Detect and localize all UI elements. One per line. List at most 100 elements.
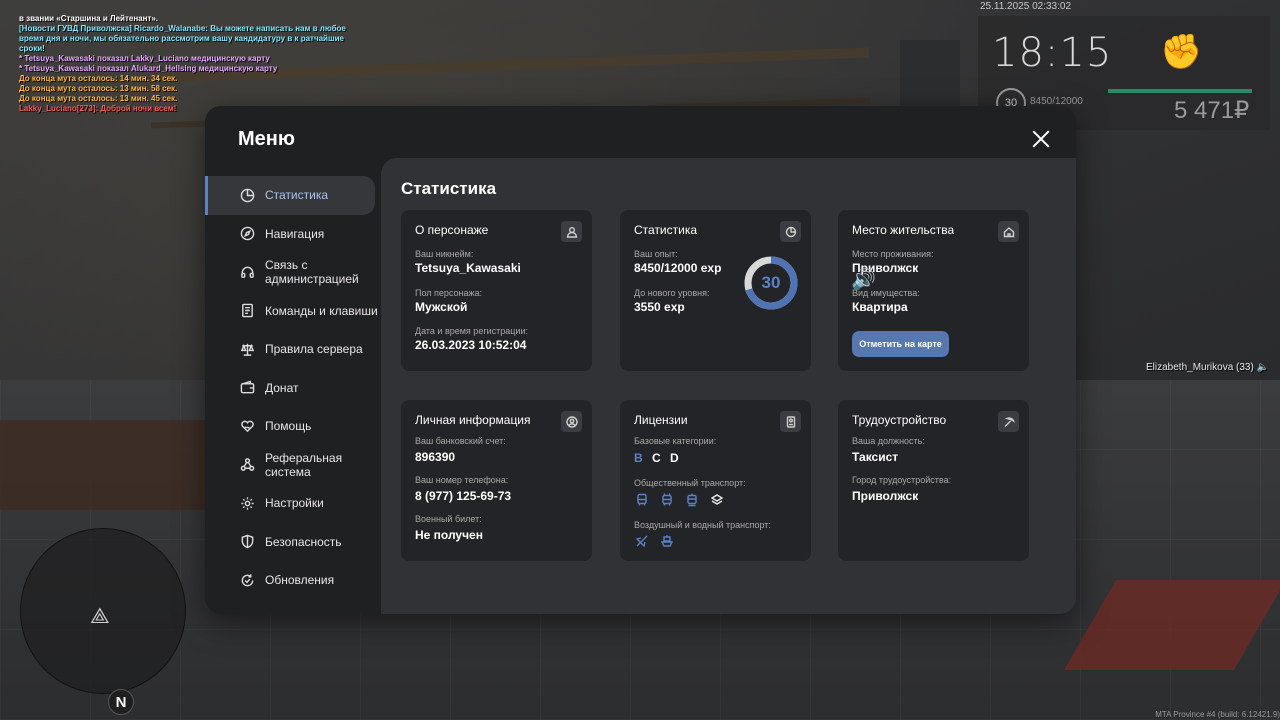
registration-value: 26.03.2023 10:52:04 [415,338,527,352]
chat-line: * Tetsuya_Kawasaki показал Alukard_Hells… [19,64,278,73]
position-label: Ваша должность: [852,436,925,446]
air-water-transport-label: Воздушный и водный транспорт: [634,520,771,530]
registration-label: Дата и время регистрации: [415,326,528,336]
fist-icon: ✊ [1160,33,1203,71]
nearby-player-nametag: Elizabeth_Murikova (33) 🔈 [1146,362,1269,373]
user-icon [561,221,582,242]
sidebar-item-help[interactable]: Помощь [205,407,380,446]
gender-value: Мужской [415,300,468,314]
sidebar-item-label: Настройки [265,496,324,511]
license-category-b: B [634,451,643,465]
chat-line: * Tetsuya_Kawasaki показал Lakky_Luciano… [19,54,270,63]
public-transport-icons [634,492,725,508]
license-categories: B C D [634,451,685,465]
card-personal-info: Личная информация Ваш банковский счет: 8… [401,400,592,561]
exp-value: 8450/12000 exp [634,261,722,275]
bank-account-value: 896390 [415,450,456,464]
military-id-label: Военный билет: [415,514,482,524]
compass-north: N [108,689,134,715]
hud-time: 18:15 [992,30,1113,76]
main-menu-window: Меню Статистика Навигация Связь с админи… [205,106,1076,614]
residence-label: Место проживания: [852,249,934,259]
sidebar-item-label: Реферальная система [265,450,343,479]
menu-title: Меню [238,128,295,150]
chat-line: До конца мута осталось: 13 мин. 45 сек. [19,94,178,103]
headset-icon [238,263,256,281]
speaker-icon: 🔈 [1256,362,1270,373]
page-title: Статистика [401,179,497,198]
card-title: Статистика [634,223,698,237]
build-info: MTA Province #4 (build: 6.12421.9) [1155,710,1280,719]
network-icon [238,456,256,474]
sidebar-item-navigation[interactable]: Навигация [205,215,380,254]
card-title: Лицензии [634,413,688,427]
refresh-icon [238,571,256,589]
property-type-value: Квартира [852,300,908,314]
bus-icon [634,492,650,508]
sidebar-item-label: Навигация [265,226,325,241]
public-transport-label: Общественный транспорт: [634,478,746,488]
sidebar-item-referral[interactable]: Реферальная система [205,446,380,485]
license-category-c: C [652,451,661,465]
card-title: Место жительства [852,223,955,237]
military-id-value: Не получен [415,528,483,542]
boat-icon [659,533,675,549]
sidebar-item-security[interactable]: Безопасность [205,523,380,562]
air-water-transport-icons [634,533,675,549]
sidebar-item-label: Безопасность [265,534,342,549]
position-value: Таксист [852,450,899,464]
chat-line: в звании «Старшина и Лейтенант». [19,14,159,23]
sidebar-item-updates[interactable]: Обновления [205,561,380,600]
sidebar-item-label: Статистика [265,188,329,203]
sidebar-item-commands[interactable]: Команды и клавиши [205,292,380,331]
phone-value: 8 (977) 125-69-73 [415,489,512,503]
bank-account-label: Ваш банковский счет: [415,436,506,446]
tram-icon [684,492,700,508]
base-categories-label: Базовые категории: [634,436,717,446]
nearby-player-name: Elizabeth_Murikova (33) [1146,362,1254,373]
scales-icon [238,340,256,358]
gear-icon [238,494,256,512]
chat-log: в звании «Старшина и Лейтенант». [Новост… [19,14,349,114]
next-level-label: До нового уровня: [634,288,710,298]
level-value: 30 [761,273,781,292]
id-card-icon [780,411,801,432]
document-icon [238,302,256,320]
pie-chart-icon [238,186,256,204]
hud-money: 5 471₽ [1174,97,1250,124]
health-bar [1108,89,1252,93]
sidebar-item-label: Правила сервера [265,342,363,357]
card-employment: Трудоустройство Ваша должность: Таксист … [838,400,1029,561]
card-character: О персонаже Ваш никнейм: Tetsuya_Kawasak… [401,210,592,371]
card-title: Личная информация [415,413,531,427]
job-city-label: Город трудоустройства: [852,475,952,485]
nickname-label: Ваш никнейм: [415,249,474,259]
next-level-value: 3550 exp [634,300,685,314]
scene-rug [0,420,210,510]
license-category-d: D [670,451,679,465]
sidebar-item-donate[interactable]: Донат [205,369,380,408]
close-button[interactable] [1029,127,1053,151]
sidebar-item-statistics[interactable]: Статистика [205,176,375,215]
gender-label: Пол персонажа: [415,288,483,298]
sidebar-item-rules[interactable]: Правила сервера [205,330,380,369]
wallet-icon [238,379,256,397]
mark-on-map-button[interactable]: Отметить на карте [852,331,949,357]
card-stats: Статистика Ваш опыт: 8450/12000 exp До н… [620,210,811,371]
card-licenses: Лицензии Базовые категории: B C D Общест… [620,400,811,561]
phone-label: Ваш номер телефона: [415,475,509,485]
chat-line: До конца мута осталось: 14 мин. 34 сек. [19,74,178,83]
sidebar-item-label: Помощь [265,419,312,434]
card-title: Трудоустройство [852,413,947,427]
chat-line: До конца мута осталось: 13 мин. 58 сек. [19,84,178,93]
sidebar-item-settings[interactable]: Настройки [205,484,380,523]
compass-icon [238,225,256,243]
player-marker-icon: ⟁ [90,603,110,628]
voice-speaker-icon: 🔊 [851,269,876,291]
sidebar-item-contact-admin[interactable]: Связь с администрацией [205,253,380,292]
card-title: О персонаже [415,223,489,237]
home-icon [998,221,1019,242]
pie-chart-icon [780,221,801,242]
shield-icon [238,533,256,551]
exp-label: Ваш опыт: [634,249,678,259]
